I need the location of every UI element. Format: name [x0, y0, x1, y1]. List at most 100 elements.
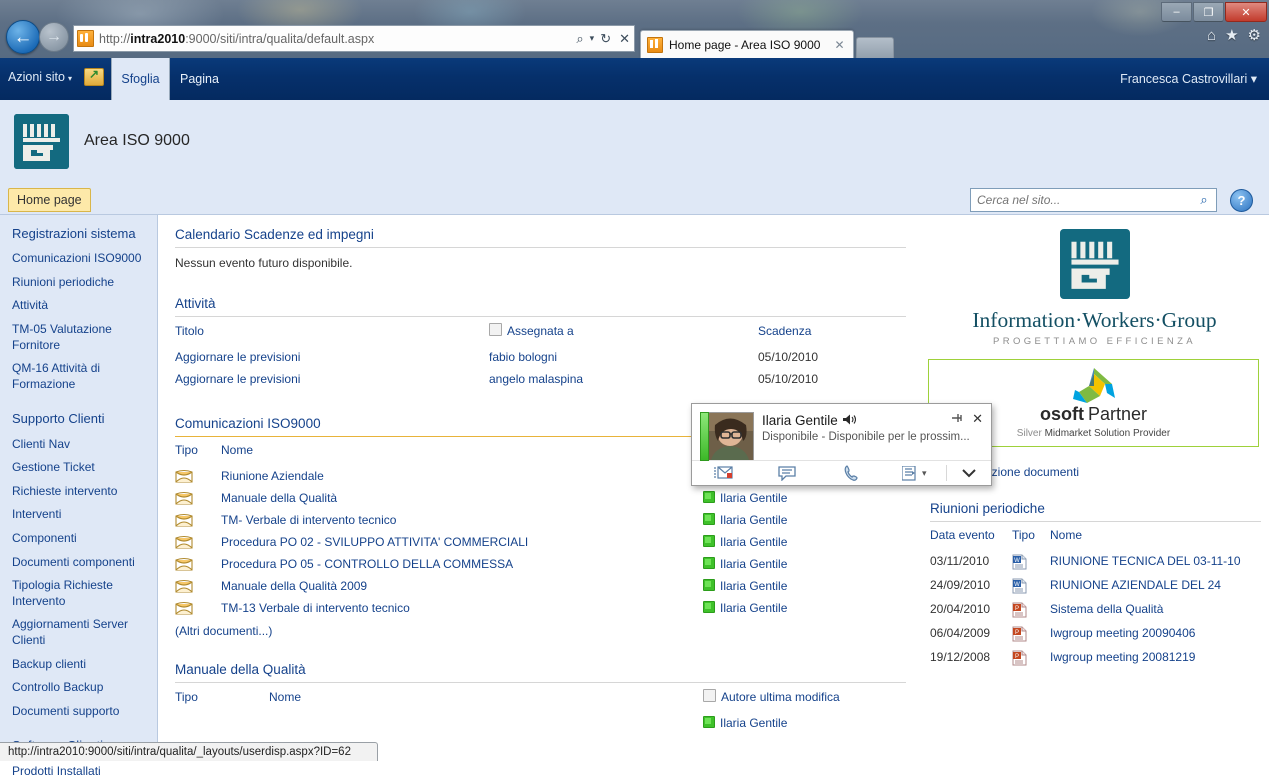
- presence-indicator-icon[interactable]: [703, 491, 715, 503]
- link-titolo[interactable]: Aggiornare le previsioni: [175, 372, 300, 386]
- close-icon[interactable]: ✕: [972, 411, 983, 427]
- sidebar-item-gestione-ticket[interactable]: Gestione Ticket: [0, 456, 157, 480]
- link-riunione[interactable]: RIUNIONE TECNICA DEL 03-11-10: [1050, 554, 1241, 568]
- gear-icon[interactable]: ⚙: [1248, 26, 1261, 44]
- table-row[interactable]: 20/04/2010 P Sistema della Qualità: [930, 598, 1263, 622]
- table-row[interactable]: Procedura PO 02 - SVILUPPO ATTIVITA' COM…: [175, 531, 906, 553]
- address-bar[interactable]: http://intra2010:9000/siti/intra/qualita…: [73, 25, 635, 52]
- column-header-assegnata[interactable]: Assegnata a: [489, 317, 758, 346]
- link-documento[interactable]: Procedura PO 05 - CONTROLLO DELLA COMMES…: [221, 557, 513, 571]
- table-row[interactable]: TM- Verbale di intervento tecnico Ilaria …: [175, 509, 906, 531]
- presence-indicator-icon[interactable]: [703, 513, 715, 525]
- webpart-title-attivita[interactable]: Attività: [159, 274, 914, 316]
- link-riunione[interactable]: RIUNIONE AZIENDALE DEL 24: [1050, 578, 1221, 592]
- presence-indicator-icon[interactable]: [703, 601, 715, 613]
- column-header-autore-ultima-modifica[interactable]: Autore ultima modifica: [703, 683, 906, 712]
- maximize-button[interactable]: ❐: [1193, 2, 1224, 22]
- browser-tab[interactable]: Home page - Area ISO 9000 ✕: [640, 30, 854, 58]
- sidebar-item-tm05[interactable]: TM-05 Valutazione Fornitore: [0, 318, 157, 357]
- speaker-icon[interactable]: [842, 414, 856, 428]
- email-icon[interactable]: [692, 466, 756, 480]
- column-header-tipo[interactable]: Tipo: [175, 437, 221, 465]
- phone-icon[interactable]: [819, 465, 883, 481]
- link-assegnata[interactable]: fabio bologni: [489, 350, 557, 364]
- nav-heading-registrazioni[interactable]: Registrazioni sistema: [0, 221, 157, 247]
- sidebar-item-riunioni[interactable]: Riunioni periodiche: [0, 271, 157, 295]
- column-header-scadenza[interactable]: Scadenza: [758, 317, 906, 346]
- presence-indicator-icon[interactable]: [703, 579, 715, 591]
- link-riunione[interactable]: Sistema della Qualità: [1050, 602, 1163, 616]
- table-row[interactable]: Aggiornare le previsioni fabio bologni 0…: [175, 346, 906, 368]
- tab-sfoglia[interactable]: Sfoglia: [111, 58, 170, 100]
- refresh-icon[interactable]: ↻: [596, 31, 615, 47]
- column-header-data-evento[interactable]: Data evento: [930, 522, 1012, 550]
- checkbox-icon[interactable]: [703, 689, 716, 702]
- sidebar-item-clienti-nav[interactable]: Clienti Nav: [0, 433, 157, 457]
- link-riunione[interactable]: Iwgroup meeting 20081219: [1050, 650, 1195, 664]
- link-titolo[interactable]: Aggiornare le previsioni: [175, 350, 300, 364]
- sidebar-item-prodotti-installati[interactable]: Prodotti Installati: [0, 760, 157, 783]
- presence-indicator-icon[interactable]: [703, 716, 715, 728]
- site-actions-menu[interactable]: Azioni sito ▾: [8, 70, 72, 84]
- window-controls[interactable]: – ❐ ✕: [1160, 2, 1267, 22]
- table-row[interactable]: 03/11/2010 W RIUNIONE TECNICA DEL 03-11-10: [930, 550, 1263, 574]
- sidebar-item-qm16[interactable]: QM-16 Attività di Formazione: [0, 357, 157, 396]
- link-documento[interactable]: Manuale della Qualità 2009: [221, 579, 367, 593]
- link-autore[interactable]: Ilaria Gentile: [720, 535, 787, 549]
- minimize-button[interactable]: –: [1161, 2, 1192, 22]
- search-icon[interactable]: ⌕: [572, 31, 587, 47]
- table-row[interactable]: TM-13 Verbale di intervento tecnico Ilari…: [175, 597, 906, 619]
- table-row[interactable]: Ilaria Gentile: [175, 712, 906, 734]
- column-header-nome[interactable]: Nome: [269, 683, 703, 712]
- link-assegnata[interactable]: angelo malaspina: [489, 372, 583, 386]
- sidebar-item-documenti-supporto[interactable]: Documenti supporto: [0, 700, 157, 724]
- back-button[interactable]: ←: [6, 20, 40, 54]
- favorites-star-icon[interactable]: ★: [1225, 26, 1238, 44]
- sidebar-item-comunicazioni[interactable]: Comunicazioni ISO9000: [0, 247, 157, 271]
- checkbox-icon[interactable]: [489, 323, 502, 336]
- table-row[interactable]: Aggiornare le previsioni angelo malaspin…: [175, 368, 906, 390]
- link-documento[interactable]: Riunione Aziendale: [221, 469, 324, 483]
- iwg-logo[interactable]: [14, 114, 69, 169]
- presence-indicator-icon[interactable]: [703, 557, 715, 569]
- link-autore[interactable]: Ilaria Gentile: [720, 491, 787, 505]
- forward-button[interactable]: →: [39, 22, 69, 52]
- tab-home-page[interactable]: Home page: [8, 188, 91, 212]
- link-autore[interactable]: Ilaria Gentile: [720, 557, 787, 571]
- sidebar-item-controllo-backup[interactable]: Controllo Backup: [0, 676, 157, 700]
- webpart-title-manuale[interactable]: Manuale della Qualità: [159, 638, 914, 682]
- table-row[interactable]: Manuale della Qualità Ilaria Gentile: [175, 487, 906, 509]
- link-autore[interactable]: Ilaria Gentile: [720, 716, 787, 730]
- tab-close-icon[interactable]: ✕: [830, 38, 848, 52]
- table-row[interactable]: 19/12/2008 P Iwgroup meeting 20081219: [930, 646, 1263, 670]
- home-icon[interactable]: ⌂: [1207, 27, 1216, 44]
- navigate-up-icon[interactable]: [84, 67, 104, 86]
- presence-indicator-icon[interactable]: [703, 535, 715, 547]
- new-tab-button[interactable]: [855, 37, 894, 58]
- sidebar-item-richieste-intervento[interactable]: Richieste intervento: [0, 480, 157, 504]
- sidebar-item-interventi[interactable]: Interventi: [0, 503, 157, 527]
- sidebar-item-aggiornamenti-server[interactable]: Aggiornamenti Server Clienti: [0, 613, 157, 652]
- column-header-titolo[interactable]: Titolo: [175, 317, 489, 346]
- pin-icon[interactable]: [951, 412, 964, 427]
- sidebar-item-tipologia-richieste[interactable]: Tipologia Richieste Intervento: [0, 574, 157, 613]
- link-altri-documenti[interactable]: (Altri documenti...): [175, 619, 906, 638]
- tab-pagina[interactable]: Pagina: [180, 72, 219, 86]
- search-input[interactable]: [971, 193, 1192, 207]
- webpart-title-calendario[interactable]: Calendario Scadenze ed impegni: [159, 215, 914, 247]
- link-autore[interactable]: Ilaria Gentile: [720, 513, 787, 527]
- sidebar-item-attivita[interactable]: Attività: [0, 294, 157, 318]
- sidebar-item-backup-clienti[interactable]: Backup clienti: [0, 653, 157, 677]
- search-icon[interactable]: ⌕: [1192, 190, 1216, 210]
- contact-card-popup[interactable]: Ilaria Gentile Disponibile - Disponibile…: [691, 403, 992, 486]
- sidebar-item-componenti[interactable]: Componenti: [0, 527, 157, 551]
- chevron-down-icon[interactable]: ▾: [588, 33, 597, 44]
- column-header-tipo[interactable]: Tipo: [175, 683, 269, 712]
- link-autore[interactable]: Ilaria Gentile: [720, 601, 787, 615]
- close-window-button[interactable]: ✕: [1225, 2, 1267, 22]
- link-riunione[interactable]: Iwgroup meeting 20090406: [1050, 626, 1195, 640]
- link-documento[interactable]: TM- Verbale di intervento tecnico: [221, 513, 396, 527]
- link-documento[interactable]: Manuale della Qualità: [221, 491, 337, 505]
- table-row[interactable]: Procedura PO 05 - CONTROLLO DELLA COMMES…: [175, 553, 906, 575]
- link-documento[interactable]: Procedura PO 02 - SVILUPPO ATTIVITA' COM…: [221, 535, 528, 549]
